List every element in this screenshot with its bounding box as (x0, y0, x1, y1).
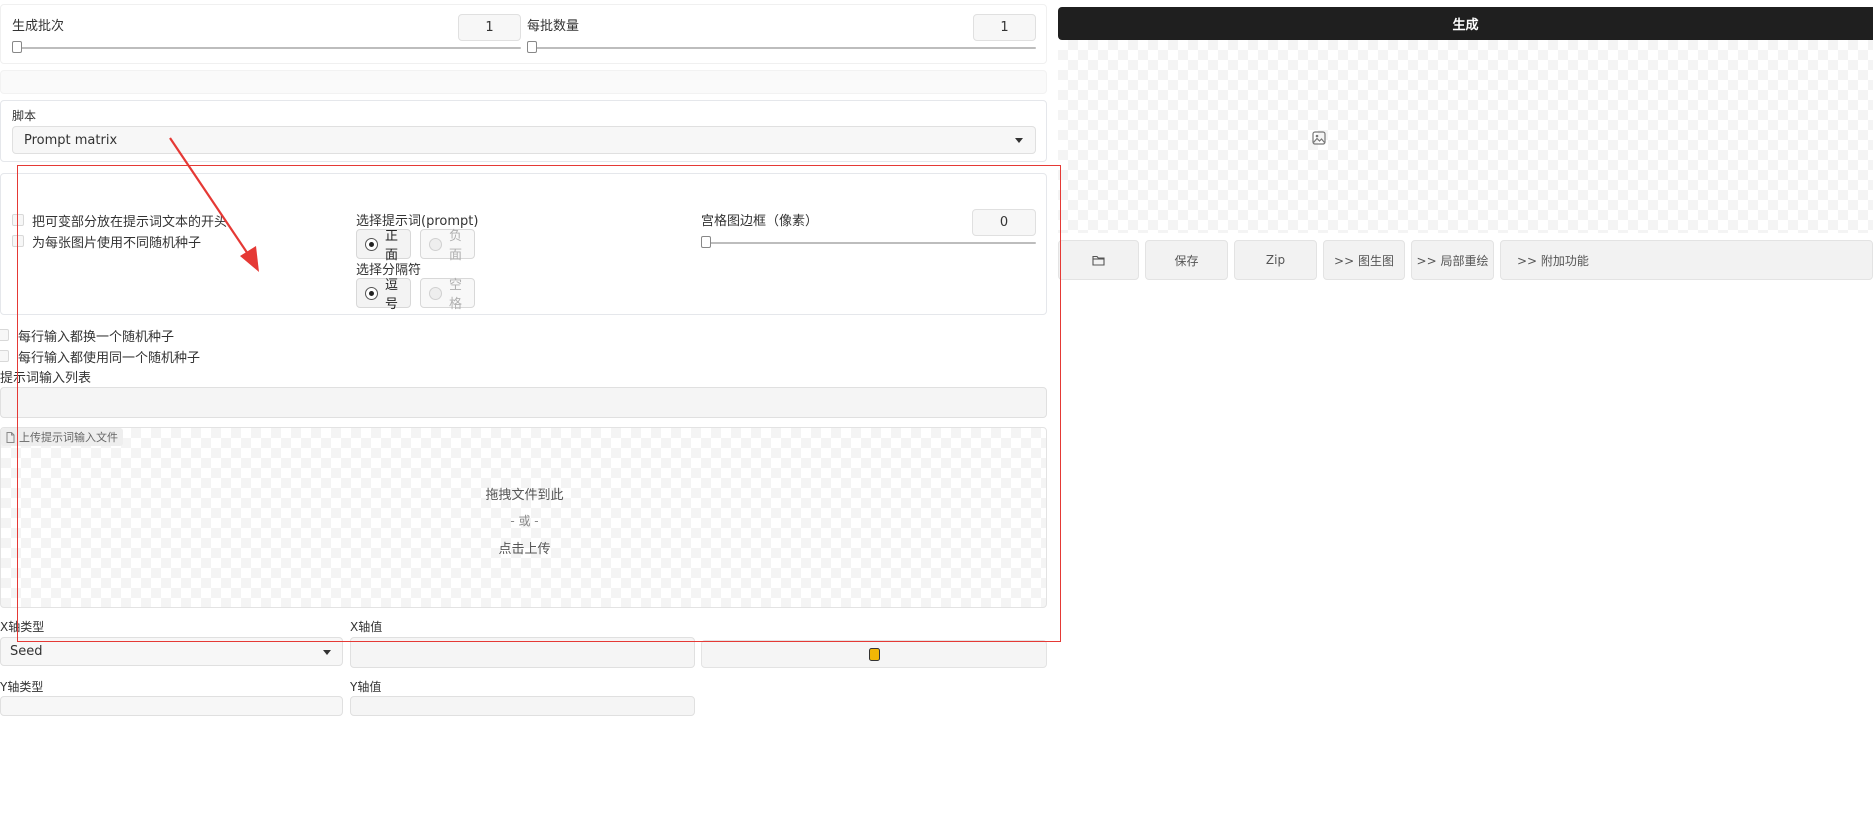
send-to-inpaint-button[interactable]: >> 局部重绘 (1411, 240, 1494, 280)
prompt-positive-label: 正面 (385, 229, 399, 263)
separator-comma-radio[interactable]: 逗号 (356, 278, 411, 312)
x-random-seed-button[interactable] (701, 640, 1047, 668)
same-seed-checkbox[interactable] (0, 350, 9, 362)
variable-start-checkbox[interactable] (12, 214, 24, 226)
batch-count-input[interactable]: 1 (458, 14, 521, 41)
script-dropdown[interactable]: Prompt matrix (12, 126, 1036, 154)
radio-selected-icon (365, 286, 378, 300)
generate-button[interactable]: 生成 (1058, 7, 1873, 40)
grid-margin-label: 宫格图边框（像素） (701, 214, 819, 229)
upload-badge: 上传提示词输入文件 (1, 428, 123, 446)
save-button[interactable]: 保存 (1145, 240, 1228, 280)
same-seed-label[interactable]: 每行输入都使用同一个随机种子 (18, 347, 200, 366)
prompt-negative-radio[interactable]: 负面 (420, 229, 475, 263)
batch-size-label: 每批数量 (527, 19, 580, 34)
grid-margin-slider-handle[interactable] (701, 236, 711, 248)
x-type-label: X轴类型 (0, 620, 45, 634)
radio-selected-icon (365, 237, 378, 251)
spacer-panel (0, 70, 1047, 94)
grid-margin-input[interactable]: 0 (972, 209, 1036, 236)
x-values-input[interactable] (350, 637, 695, 668)
batch-size-slider-track[interactable] (527, 47, 1036, 49)
prompt-list-textarea[interactable] (0, 387, 1047, 418)
batch-size-input[interactable]: 1 (973, 14, 1036, 41)
x-type-dropdown[interactable]: Seed (0, 637, 343, 666)
y-type-dropdown[interactable] (0, 696, 343, 716)
drop-text: 拖拽文件到此 (485, 488, 564, 503)
click-upload-text: 点击上传 (498, 542, 551, 557)
separator-space-label: 空格 (449, 278, 463, 312)
script-label: 脚本 (12, 109, 37, 123)
batch-count-slider-handle[interactable] (12, 41, 22, 53)
zip-button[interactable]: Zip (1234, 240, 1317, 280)
batch-size-slider-handle[interactable] (527, 41, 537, 53)
y-values-input[interactable] (350, 696, 695, 716)
prompt-matrix-panel: 把可变部分放在提示词文本的开头 为每张图片使用不同随机种子 选择提示词(prom… (0, 173, 1047, 315)
send-to-extras-button[interactable]: >> 附加功能 (1500, 240, 1873, 280)
batch-count-slider-track[interactable] (12, 47, 521, 49)
radio-unselected-icon (429, 237, 442, 251)
prompt-positive-radio[interactable]: 正面 (356, 229, 411, 263)
folder-icon (1092, 255, 1105, 266)
x-type-selected-value: Seed (10, 644, 43, 659)
image-placeholder-icon (1312, 131, 1326, 145)
separator-space-radio[interactable]: 空格 (420, 278, 475, 312)
variable-start-label[interactable]: 把可变部分放在提示词文本的开头 (32, 211, 227, 230)
y-values-label: Y轴值 (350, 680, 382, 694)
prompt-negative-label: 负面 (449, 229, 463, 263)
chevron-down-icon (1015, 138, 1023, 143)
y-type-label: Y轴类型 (0, 680, 44, 694)
dice-icon (868, 647, 880, 661)
script-selected-value: Prompt matrix (24, 132, 118, 148)
upload-dropzone[interactable]: 上传提示词输入文件 拖拽文件到此 - 或 - 点击上传 (0, 427, 1047, 608)
x-values-label: X轴值 (350, 620, 383, 634)
upload-badge-label: 上传提示词输入文件 (19, 431, 118, 444)
different-seeds-label[interactable]: 为每张图片使用不同随机种子 (32, 232, 201, 251)
iterate-seed-label[interactable]: 每行输入都换一个随机种子 (18, 326, 174, 345)
chevron-down-icon (323, 650, 331, 655)
prompt-list-label: 提示词输入列表 (0, 371, 92, 386)
batch-count-label: 生成批次 (12, 19, 65, 34)
file-icon (6, 431, 15, 443)
radio-unselected-icon (429, 286, 442, 300)
iterate-seed-checkbox[interactable] (0, 329, 9, 341)
script-panel: 脚本 Prompt matrix (0, 100, 1047, 162)
generate-button-label: 生成 (1452, 18, 1479, 33)
or-text: - 或 - (510, 514, 539, 528)
output-gallery (1058, 40, 1873, 233)
different-seeds-checkbox[interactable] (12, 235, 24, 247)
open-folder-button[interactable] (1058, 240, 1139, 280)
separator-comma-label: 逗号 (385, 278, 399, 312)
grid-margin-slider-track[interactable] (701, 242, 1036, 244)
batch-panel: 生成批次 1 每批数量 1 (0, 4, 1047, 64)
send-to-img2img-button[interactable]: >> 图生图 (1323, 240, 1405, 280)
